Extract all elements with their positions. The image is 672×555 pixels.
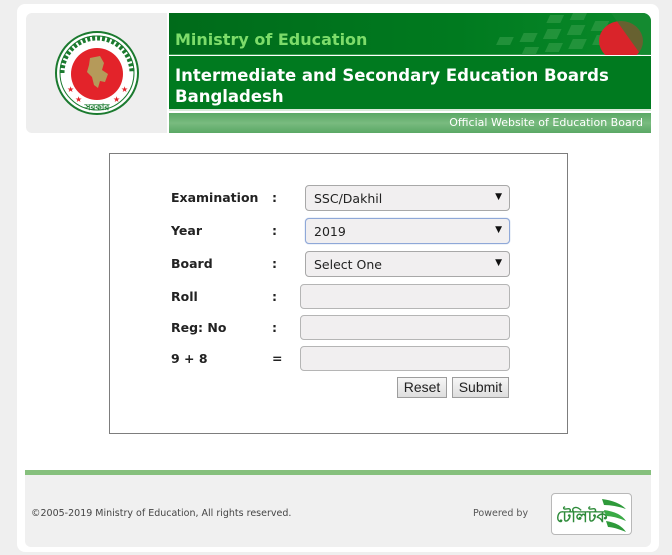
roll-label: Roll bbox=[171, 289, 198, 304]
reg-no-label: Reg: No bbox=[171, 320, 227, 335]
examination-value: SSC/Dakhil bbox=[314, 191, 383, 206]
government-seal-icon: সরকার ★ ★ ★ ★ bbox=[54, 31, 139, 115]
reg-no-separator: : bbox=[272, 320, 277, 335]
ministry-title: Ministry of Education bbox=[175, 30, 368, 49]
svg-text:★: ★ bbox=[113, 95, 120, 104]
year-separator: : bbox=[272, 223, 277, 238]
svg-text:★: ★ bbox=[121, 85, 128, 94]
header-tagline: Official Website of Education Board bbox=[449, 116, 643, 129]
submit-button[interactable]: Submit bbox=[452, 377, 509, 398]
board-value: Select One bbox=[314, 257, 382, 272]
roll-separator: : bbox=[272, 289, 277, 304]
powered-by-text: Powered by bbox=[473, 508, 529, 519]
roll-input[interactable] bbox=[300, 284, 510, 309]
captcha-separator: = bbox=[272, 351, 283, 366]
site-header: সরকার ★ ★ ★ ★ Ministry of Education Inte… bbox=[26, 13, 651, 133]
chevron-down-icon: ▼ bbox=[495, 192, 502, 202]
board-separator: : bbox=[272, 256, 277, 271]
form-row-examination: Examination : SSC/Dakhil ▼ bbox=[110, 185, 567, 211]
page-container: সরকার ★ ★ ★ ★ Ministry of Education Inte… bbox=[17, 4, 659, 552]
examination-separator: : bbox=[272, 190, 277, 205]
chevron-down-icon: ▼ bbox=[495, 225, 502, 235]
year-value: 2019 bbox=[314, 224, 346, 239]
svg-text:★: ★ bbox=[67, 85, 74, 94]
board-label: Board bbox=[171, 256, 213, 271]
site-footer: ©2005-2019 Ministry of Education, All ri… bbox=[25, 475, 651, 547]
bangladesh-flag-icon bbox=[496, 13, 651, 55]
form-row-roll: Roll : bbox=[110, 284, 567, 310]
teletalk-logo-icon bbox=[602, 499, 626, 532]
logo-box: সরকার ★ ★ ★ ★ bbox=[26, 13, 167, 133]
captcha-input[interactable] bbox=[300, 346, 510, 371]
examination-label: Examination bbox=[171, 190, 259, 205]
captcha-label: 9 + 8 bbox=[171, 351, 208, 366]
year-label: Year bbox=[171, 223, 202, 238]
svg-text:সরকার: সরকার bbox=[83, 103, 110, 113]
header-banner: Ministry of Education Intermediate and S… bbox=[169, 13, 651, 133]
copyright-text: ©2005-2019 Ministry of Education, All ri… bbox=[31, 508, 292, 519]
banner-top: Ministry of Education bbox=[169, 13, 651, 55]
board-select[interactable]: Select One ▼ bbox=[305, 251, 510, 277]
form-actions: Reset Submit bbox=[110, 377, 567, 403]
header-title: Intermediate and Secondary Education Boa… bbox=[175, 66, 609, 106]
examination-select[interactable]: SSC/Dakhil ▼ bbox=[305, 185, 510, 211]
svg-text:★: ★ bbox=[75, 95, 82, 104]
reset-button[interactable]: Reset bbox=[397, 377, 447, 398]
banner-middle: Intermediate and Secondary Education Boa… bbox=[169, 56, 651, 111]
form-row-reg-no: Reg: No : bbox=[110, 315, 567, 341]
form-row-captcha: 9 + 8 = bbox=[110, 346, 567, 372]
reg-no-input[interactable] bbox=[300, 315, 510, 340]
form-row-year: Year : 2019 ▼ bbox=[110, 218, 567, 244]
year-select[interactable]: 2019 ▼ bbox=[305, 218, 510, 244]
banner-bottom: Official Website of Education Board bbox=[169, 113, 651, 133]
teletalk-logo-link[interactable]: টেলিটক bbox=[551, 493, 632, 535]
chevron-down-icon: ▼ bbox=[495, 258, 502, 268]
result-form: Examination : SSC/Dakhil ▼ Year : 2019 ▼… bbox=[109, 153, 568, 434]
form-row-board: Board : Select One ▼ bbox=[110, 251, 567, 277]
